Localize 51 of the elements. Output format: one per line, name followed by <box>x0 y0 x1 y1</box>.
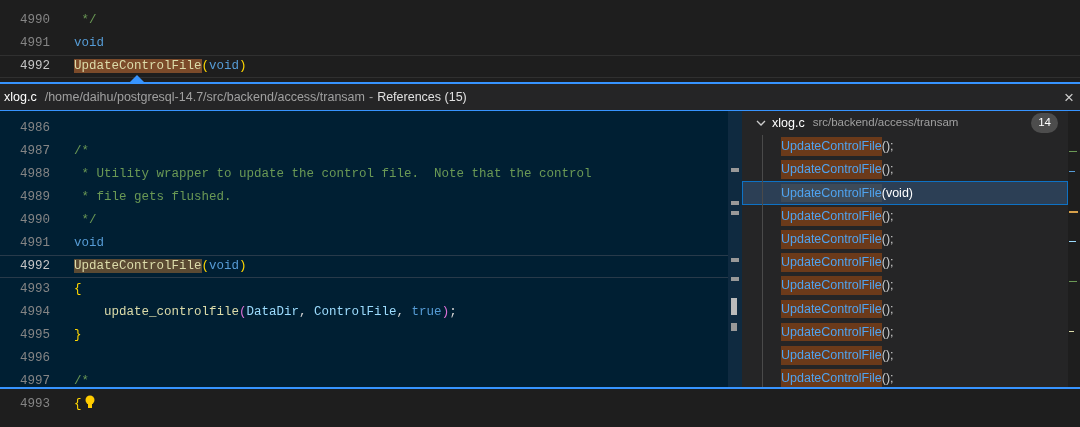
file-name: xlog.c <box>4 88 37 106</box>
code-line: * Utility wrapper to update the control file. Note that the control <box>80 166 592 184</box>
reference-item[interactable]: UpdateControlFile(); <box>742 250 1068 275</box>
reference-item[interactable]: UpdateControlFile(); <box>742 297 1068 321</box>
line-number: 4993 <box>19 396 50 414</box>
file-path: src/backend/access/transam <box>812 115 959 131</box>
line-number: 4993 <box>19 281 50 299</box>
reference-item[interactable]: UpdateControlFile(); <box>742 158 1068 182</box>
line-number: 4990 <box>19 12 50 30</box>
code-line: /* <box>74 373 89 387</box>
code-line: */ <box>80 212 97 230</box>
code-line: { <box>74 281 82 299</box>
file-path: /home/daihu/postgresql-14.7/src/backend/access/transam <box>44 88 365 106</box>
code-line: { <box>74 396 82 414</box>
code-line: /* <box>74 143 89 161</box>
line-number: 4989 <box>19 189 50 207</box>
reference-item[interactable]: UpdateControlFile(); <box>742 343 1068 367</box>
line-number: 4992 <box>19 58 50 76</box>
reference-item[interactable]: UpdateControlFile(); <box>742 204 1068 228</box>
line-number: 4996 <box>19 350 50 368</box>
line-number: 4995 <box>19 327 50 345</box>
line-number: 4997 <box>19 373 50 387</box>
line-number: 4992 <box>19 258 50 276</box>
reference-item[interactable]: UpdateControlFile(); <box>742 227 1068 251</box>
peek-title: References (15) <box>377 88 467 106</box>
close-button[interactable]: × <box>1064 88 1074 106</box>
code-line: */ <box>80 12 97 30</box>
line-number: 4990 <box>19 212 50 230</box>
reference-item[interactable]: UpdateControlFile(); <box>742 320 1068 344</box>
line-number: 4988 <box>19 166 50 184</box>
code-line: void <box>74 35 104 53</box>
lightbulb-icon[interactable] <box>84 394 95 409</box>
code-line: UpdateControlFile(void) <box>74 58 247 76</box>
file-name: xlog.c <box>772 114 805 132</box>
line-number: 4991 <box>19 235 50 253</box>
reference-item[interactable]: UpdateControlFile(); <box>742 135 1068 159</box>
code-line: void <box>74 235 104 253</box>
code-line: } <box>74 327 82 345</box>
line-number: 4986 <box>19 120 50 138</box>
code-line: UpdateControlFile(void) <box>74 258 247 276</box>
line-number: 4987 <box>19 143 50 161</box>
chevron-icon[interactable] <box>756 118 766 128</box>
code-line: update_controlfile(DataDir, ControlFile, true); <box>103 304 457 322</box>
line-number: 4991 <box>19 35 50 53</box>
reference-item[interactable]: UpdateControlFile(); <box>742 366 1068 387</box>
count-badge: 14 <box>1031 113 1058 133</box>
reference-item[interactable]: UpdateControlFile(void) <box>742 181 1068 205</box>
code-line: * file gets flushed. <box>80 189 232 207</box>
reference-item[interactable]: UpdateControlFile(); <box>742 274 1068 298</box>
line-number: 4994 <box>19 304 50 322</box>
separator: - <box>368 88 374 106</box>
